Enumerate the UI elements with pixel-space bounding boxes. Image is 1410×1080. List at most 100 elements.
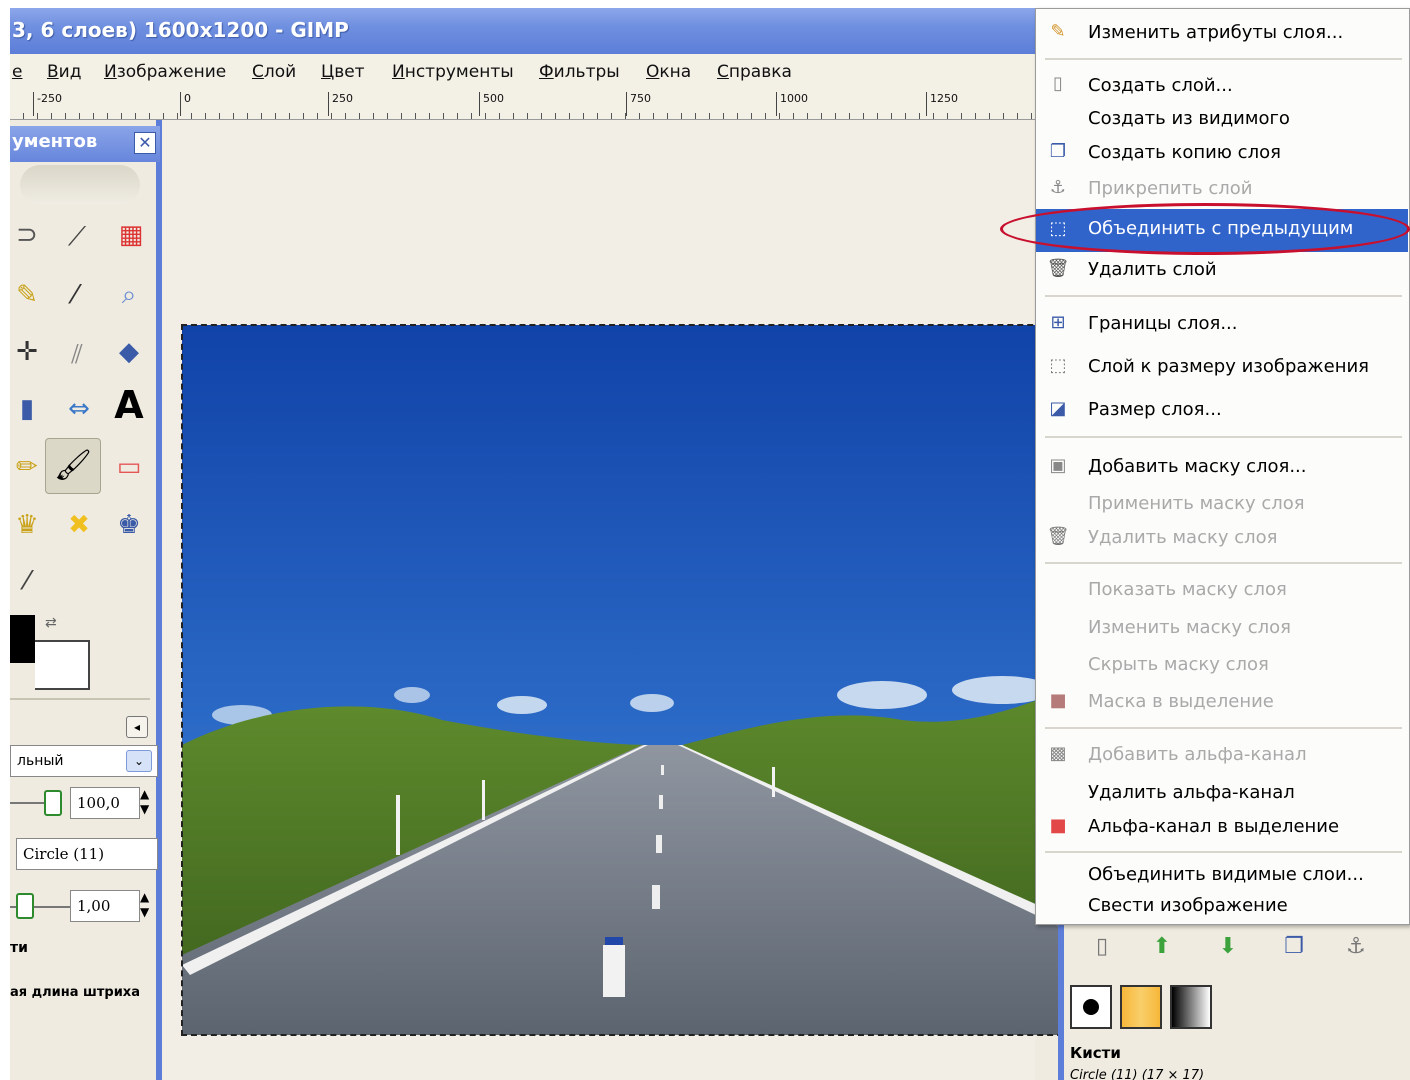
annotation-ellipse	[1000, 203, 1410, 255]
color-picker-icon[interactable]: ⁄	[58, 278, 92, 312]
close-icon[interactable]: ✕	[134, 132, 156, 154]
menu-help[interactable]: Справка	[717, 62, 792, 82]
smudge-tool-icon[interactable]: ♚	[112, 508, 146, 542]
menu-item-mask-to-selection: Маска в выделение	[1088, 691, 1274, 712]
clone-tool-icon[interactable]: ♛	[10, 508, 44, 542]
foreground-color-swatch[interactable]	[10, 615, 35, 663]
toolbox-title: ументов	[12, 131, 98, 152]
lasso-tool-icon[interactable]: ⊃	[10, 218, 44, 252]
duplicate-layer-icon: ❐	[1049, 141, 1067, 162]
layer-boundary-icon: ⊞	[1050, 312, 1066, 333]
lower-layer-icon[interactable]: ⬇	[1208, 930, 1248, 964]
menu-filters[interactable]: Фильтры	[539, 62, 620, 82]
gradient-swatch[interactable]	[1170, 985, 1212, 1029]
opacity-field[interactable]: 100,0	[70, 787, 140, 819]
panel-divider	[10, 698, 150, 700]
paths-tool-icon[interactable]: ✎	[10, 278, 44, 312]
menu-item-flatten-image[interactable]: Свести изображение	[1088, 895, 1288, 916]
menu-separator	[1045, 562, 1402, 564]
menu-item-edit-attributes[interactable]: Изменить атрибуты слоя...	[1088, 22, 1343, 43]
opacity-slider-track[interactable]	[10, 802, 46, 804]
window-title: 3, 6 слоев) 1600x1200 - GIMP	[12, 18, 349, 42]
menu-item-show-mask: Показать маску слоя	[1088, 579, 1287, 600]
trash-icon: 🗑	[1046, 526, 1070, 547]
brush-select[interactable]: Circle (11)	[16, 838, 158, 870]
menu-item-remove-alpha[interactable]: Удалить альфа-канал	[1088, 782, 1295, 803]
shear-tool-icon[interactable]: ⫽	[60, 338, 94, 372]
menu-item-layer-boundary[interactable]: Границы слоя...	[1088, 313, 1238, 334]
menu-item-merge-visible[interactable]: Объединить видимые слои...	[1088, 864, 1364, 885]
scale-field[interactable]: 1,00	[70, 890, 140, 922]
opacity-value: 100,0	[77, 794, 120, 812]
layer-to-image-size-icon: ⬚	[1049, 355, 1067, 376]
move-tool-icon[interactable]: ✛	[10, 335, 44, 369]
alpha-icon: ▩	[1049, 743, 1067, 764]
paintbrush-tool-icon[interactable]: 🖌	[45, 438, 101, 494]
brushes-label: Кисти	[1070, 1044, 1121, 1062]
menu-color[interactable]: Цвет	[321, 62, 365, 82]
background-color-swatch[interactable]	[35, 640, 90, 690]
menu-item-delete-layer[interactable]: Удалить слой	[1088, 259, 1217, 280]
option-label: ти	[10, 940, 28, 956]
ruler-label: 500	[479, 92, 504, 116]
raise-layer-icon[interactable]: ⬆	[1142, 930, 1182, 964]
scale-layer-icon: ◪	[1049, 398, 1067, 419]
dodge-tool-icon[interactable]: ⁄	[10, 564, 44, 598]
pattern-swatch[interactable]	[1120, 985, 1162, 1029]
scale-value: 1,00	[77, 897, 111, 915]
bucket-fill-icon[interactable]: ▮	[10, 392, 44, 426]
ruler-label: 1250	[926, 92, 958, 116]
road-photo-svg	[182, 325, 1082, 1035]
new-layer-icon[interactable]: ▯	[1082, 930, 1122, 964]
menu-layer[interactable]: Слой	[252, 62, 296, 82]
menu-item-edit-mask: Изменить маску слоя	[1088, 617, 1291, 638]
alpha-to-selection-icon: ■	[1049, 815, 1067, 836]
swap-colors-icon[interactable]: ⇄	[45, 615, 57, 631]
menu-item-new-layer[interactable]: Создать слой...	[1088, 75, 1233, 96]
anchor-icon[interactable]: ⚓	[1336, 930, 1376, 964]
ruler-label: 1000	[776, 92, 808, 116]
pencil-tool-icon[interactable]: ✏	[10, 450, 44, 484]
road-image[interactable]	[181, 324, 1083, 1036]
flip-tool-icon[interactable]: ⇔	[62, 392, 96, 426]
menu-item-scale-layer[interactable]: Размер слоя...	[1088, 399, 1222, 420]
menu-file[interactable]: е	[12, 62, 22, 82]
menu-item-apply-mask: Применить маску слоя	[1088, 493, 1305, 514]
opacity-spinner-icon[interactable]: ▲ ▼	[140, 787, 149, 817]
menu-separator	[1045, 851, 1402, 853]
duplicate-layer-icon[interactable]: ❐	[1274, 930, 1314, 964]
horizontal-ruler[interactable]	[10, 92, 1040, 120]
menu-item-anchor-layer: Прикрепить слой	[1088, 178, 1253, 199]
menu-windows[interactable]: Окна	[646, 62, 691, 82]
menu-item-layer-to-image-size[interactable]: Слой к размеру изображения	[1088, 356, 1369, 377]
menu-item-alpha-to-selection[interactable]: Альфа-канал в выделение	[1088, 816, 1339, 837]
mode-value: льный	[17, 753, 64, 769]
menu-item-add-mask[interactable]: Добавить маску слоя...	[1088, 456, 1307, 477]
heal-tool-icon[interactable]: ✖	[62, 508, 96, 542]
new-layer-icon: ▯	[1053, 73, 1063, 94]
opacity-slider-thumb[interactable]	[44, 790, 62, 816]
menu-item-new-from-visible[interactable]: Создать из видимого	[1088, 108, 1290, 129]
menu-item-duplicate-layer[interactable]: Создать копию слоя	[1088, 142, 1281, 163]
ruler-label: 250	[328, 92, 353, 116]
menu-separator	[1045, 295, 1402, 297]
scale-spinner-icon[interactable]: ▲ ▼	[140, 890, 149, 920]
add-mask-icon: ▣	[1049, 455, 1067, 476]
scale-slider-thumb[interactable]	[16, 893, 34, 919]
menu-image[interactable]: Изображение	[104, 62, 226, 82]
chevron-down-icon[interactable]: ⌄	[126, 750, 152, 772]
color-select-icon[interactable]: ▦	[114, 218, 148, 252]
trash-icon: 🗑	[1046, 258, 1070, 279]
zoom-tool-icon[interactable]: ⌕	[112, 278, 146, 312]
fuzzy-select-icon[interactable]: ⟋	[60, 220, 94, 254]
text-tool-icon[interactable]: A	[112, 386, 146, 424]
menu-tools[interactable]: Инструменты	[392, 62, 514, 82]
brush-circle-swatch[interactable]	[1070, 985, 1112, 1029]
menu-separator	[1045, 727, 1402, 729]
eraser-tool-icon[interactable]: ▭	[112, 450, 146, 484]
perspective-tool-icon[interactable]: ◆	[112, 335, 146, 369]
ruler-label: 0	[180, 92, 191, 116]
menu-view[interactable]: Вид	[47, 62, 81, 82]
panel-menu-icon[interactable]: ◂	[126, 716, 148, 738]
menu-separator	[1045, 436, 1402, 438]
